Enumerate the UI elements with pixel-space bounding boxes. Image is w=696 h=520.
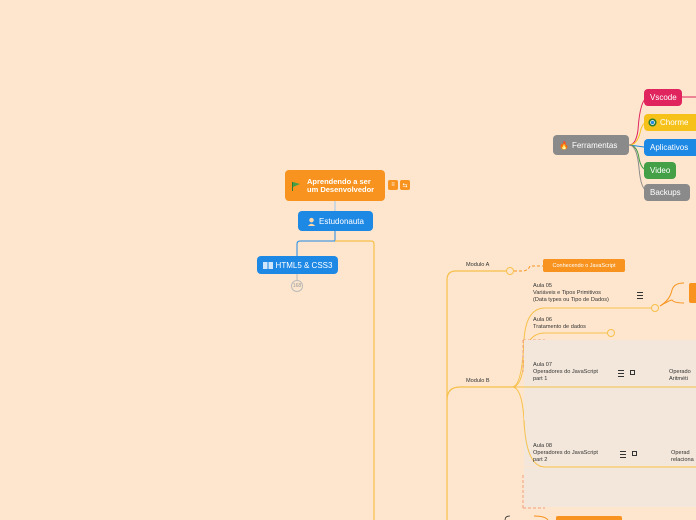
mind-map-canvas: Aprendendo a ser um Desenvolvedor ≡ ⇆ Es… bbox=[0, 0, 696, 520]
share-icon[interactable]: ⇆ bbox=[400, 180, 410, 190]
aula06-node[interactable]: Aula 06 Tratamento de dados bbox=[533, 317, 586, 331]
modulo-b-label[interactable]: Modulo B bbox=[466, 378, 490, 385]
external-link-icon[interactable] bbox=[630, 370, 635, 375]
aplicativos-node[interactable]: Aplicativos bbox=[644, 139, 696, 156]
estudonauta-label: Estudonauta bbox=[319, 216, 364, 226]
backups-label: Backups bbox=[650, 188, 681, 197]
book-icon bbox=[262, 261, 273, 269]
notes-icon[interactable]: ≡ bbox=[388, 180, 398, 190]
collapse-toggle[interactable] bbox=[607, 329, 615, 337]
vscode-node[interactable]: Vscode bbox=[644, 89, 682, 106]
notes-icon[interactable] bbox=[620, 451, 626, 458]
estudonauta-node[interactable]: Estudonauta bbox=[298, 211, 373, 231]
modulo-a-topic[interactable]: Conhecendo o JavaScript bbox=[543, 259, 625, 272]
chrome-icon bbox=[648, 118, 657, 127]
ferramentas-node[interactable]: 🔥 Ferramentas bbox=[553, 135, 629, 155]
aula08-right-node[interactable]: Operad relaciona bbox=[671, 450, 694, 464]
aula07-node[interactable]: Aula 07 Operadores do JavaScript part 1 bbox=[533, 362, 598, 383]
aula08-container bbox=[524, 467, 696, 507]
fire-icon: 🔥 bbox=[559, 140, 569, 150]
avatar-icon bbox=[307, 217, 316, 226]
modulo-a-label[interactable]: Modulo A bbox=[466, 262, 489, 269]
video-node[interactable]: Video bbox=[644, 162, 676, 179]
partial-topic-node[interactable] bbox=[556, 516, 622, 520]
external-link-icon[interactable] bbox=[632, 451, 637, 456]
html-css-label: HTML5 & CSS3 bbox=[275, 260, 333, 270]
root-actions: ≡ ⇆ bbox=[388, 180, 410, 190]
notes-icon[interactable] bbox=[637, 292, 643, 299]
root-node[interactable]: Aprendendo a ser um Desenvolvedor bbox=[285, 170, 385, 201]
collapse-toggle[interactable] bbox=[651, 304, 659, 312]
collapse-toggle[interactable] bbox=[506, 267, 514, 275]
aula05-node[interactable]: Aula 05 Variáveis e Tipos Primitivos (Da… bbox=[533, 283, 609, 304]
aplicativos-label: Aplicativos bbox=[650, 143, 689, 152]
chrome-node[interactable]: Chorme bbox=[644, 114, 696, 131]
aula05-topic[interactable] bbox=[689, 283, 696, 303]
collapsed-count-badge[interactable]: 168 bbox=[291, 280, 303, 292]
vscode-label: Vscode bbox=[650, 93, 677, 102]
chrome-label: Chorme bbox=[660, 118, 689, 127]
ferramentas-label: Ferramentas bbox=[571, 140, 618, 150]
notes-icon[interactable] bbox=[618, 370, 624, 377]
aula08-node[interactable]: Aula 08 Operadores do JavaScript part 2 bbox=[533, 443, 598, 464]
html-css-node[interactable]: HTML5 & CSS3 bbox=[257, 256, 338, 274]
root-title: Aprendendo a ser um Desenvolvedor bbox=[307, 176, 375, 194]
aula07-right-node[interactable]: Operado Aritméti bbox=[669, 369, 691, 383]
flag-icon bbox=[292, 181, 300, 191]
backups-node[interactable]: Backups bbox=[644, 184, 690, 201]
video-label: Video bbox=[650, 166, 671, 175]
